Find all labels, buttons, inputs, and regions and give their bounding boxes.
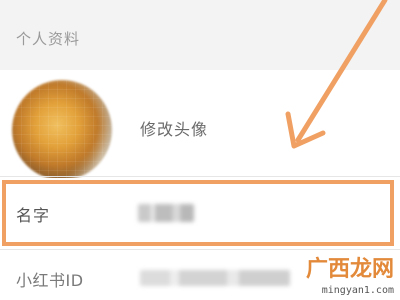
section-title: 个人资料: [16, 30, 81, 48]
avatar[interactable]: [12, 80, 112, 180]
watermark-site-name: 广西龙网: [305, 257, 394, 282]
section-header: 个人资料: [0, 0, 400, 70]
change-avatar-label: 修改头像: [140, 120, 209, 139]
annotation-highlight-box: [2, 180, 394, 246]
change-avatar-row[interactable]: 修改头像: [0, 70, 400, 180]
watermark-site-url: mingyan1.com: [321, 285, 394, 296]
redbook-id-label: 小红书ID: [16, 271, 84, 290]
divider: [0, 176, 400, 177]
redbook-id-value-blurred: [140, 270, 290, 286]
watermark: 广西龙网 mingyan1.com: [306, 251, 394, 296]
